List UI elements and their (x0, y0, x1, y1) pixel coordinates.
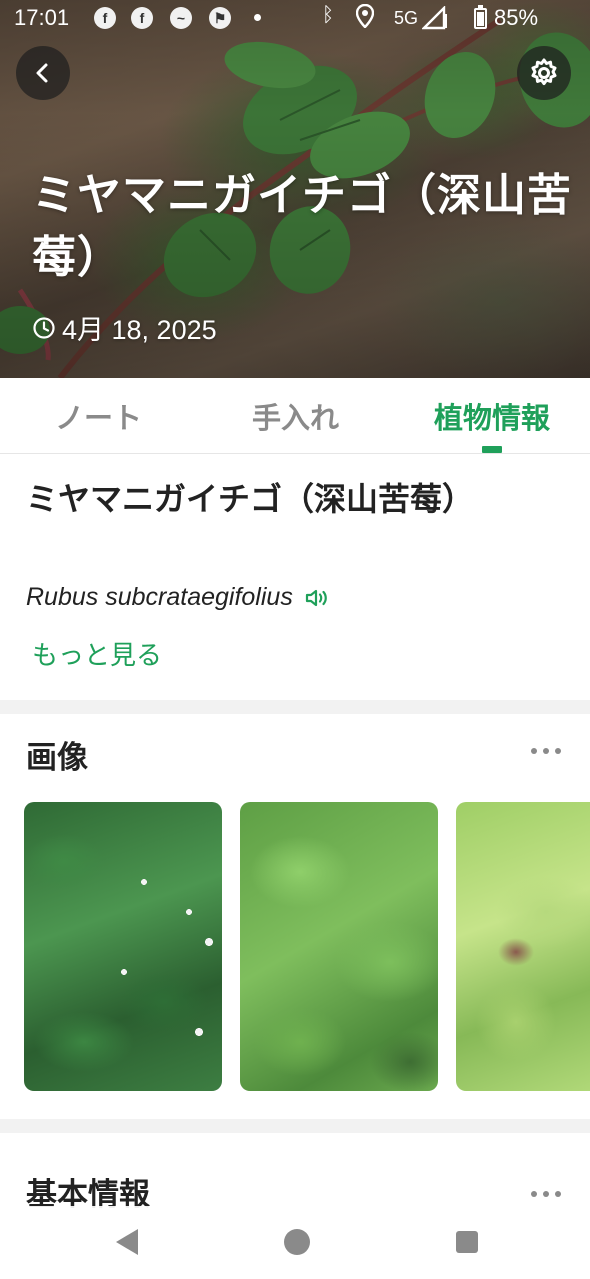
location-icon (355, 3, 375, 34)
network-type: 5G (394, 8, 419, 28)
bluetooth-icon: ᛒ (322, 4, 334, 26)
basic-info-more-icon[interactable] (531, 1191, 561, 1197)
activity-icon: ⚑ (209, 7, 231, 29)
system-nav-bar (0, 1206, 590, 1279)
tab-bar: ノート 手入れ 植物情報 (0, 378, 590, 454)
tab-plant-info[interactable]: 植物情報 (394, 378, 590, 454)
nav-home-icon[interactable] (284, 1229, 310, 1255)
plant-photo-1[interactable] (24, 802, 222, 1091)
images-title: 画像 (26, 740, 88, 776)
dot-icon (254, 14, 261, 21)
speaker-icon[interactable] (305, 587, 329, 609)
nav-back-icon[interactable] (116, 1229, 138, 1255)
plant-photo-3[interactable] (456, 802, 590, 1091)
plant-photo-2[interactable] (240, 802, 438, 1091)
gear-icon (531, 58, 557, 86)
plant-name: ミヤマニガイチゴ（深山苦莓） (26, 480, 475, 518)
settings-button[interactable] (517, 46, 571, 100)
images-more-icon[interactable] (531, 748, 561, 754)
active-tab-indicator (482, 446, 502, 453)
images-section: 画像 (0, 714, 590, 1119)
tab-care[interactable]: 手入れ (197, 378, 394, 454)
scientific-name-row: Rubus subcrataegifolius (26, 583, 329, 612)
plant-summary: ミヤマニガイチゴ（深山苦莓） Rubus subcrataegifolius も… (0, 455, 590, 700)
date-label: 4月 18, 2025 (32, 308, 217, 347)
signal-icon (421, 5, 448, 36)
nav-recent-icon[interactable] (456, 1231, 478, 1253)
section-divider (0, 700, 590, 714)
status-bar: 17:01 f f ~ ⚑ ᛒ 5G 85% (0, 0, 590, 36)
date-text: 4月 18, 2025 (62, 315, 217, 345)
back-button[interactable] (16, 46, 70, 100)
page-title: ミヤマニガイチゴ（深山苦莓） (32, 170, 572, 283)
messenger-icon: ~ (170, 7, 192, 29)
clock-icon (33, 316, 55, 339)
facebook-icon: f (131, 7, 153, 29)
tab-notes[interactable]: ノート (0, 378, 197, 454)
section-divider (0, 1119, 590, 1133)
scientific-name: Rubus subcrataegifolius (26, 583, 293, 611)
status-time: 17:01 (14, 5, 70, 30)
battery-icon (474, 5, 487, 29)
facebook-icon: f (94, 7, 116, 29)
battery-percent: 85% (494, 5, 539, 30)
see-more-link[interactable]: もっと見る (32, 635, 162, 672)
chevron-left-icon (36, 63, 48, 83)
